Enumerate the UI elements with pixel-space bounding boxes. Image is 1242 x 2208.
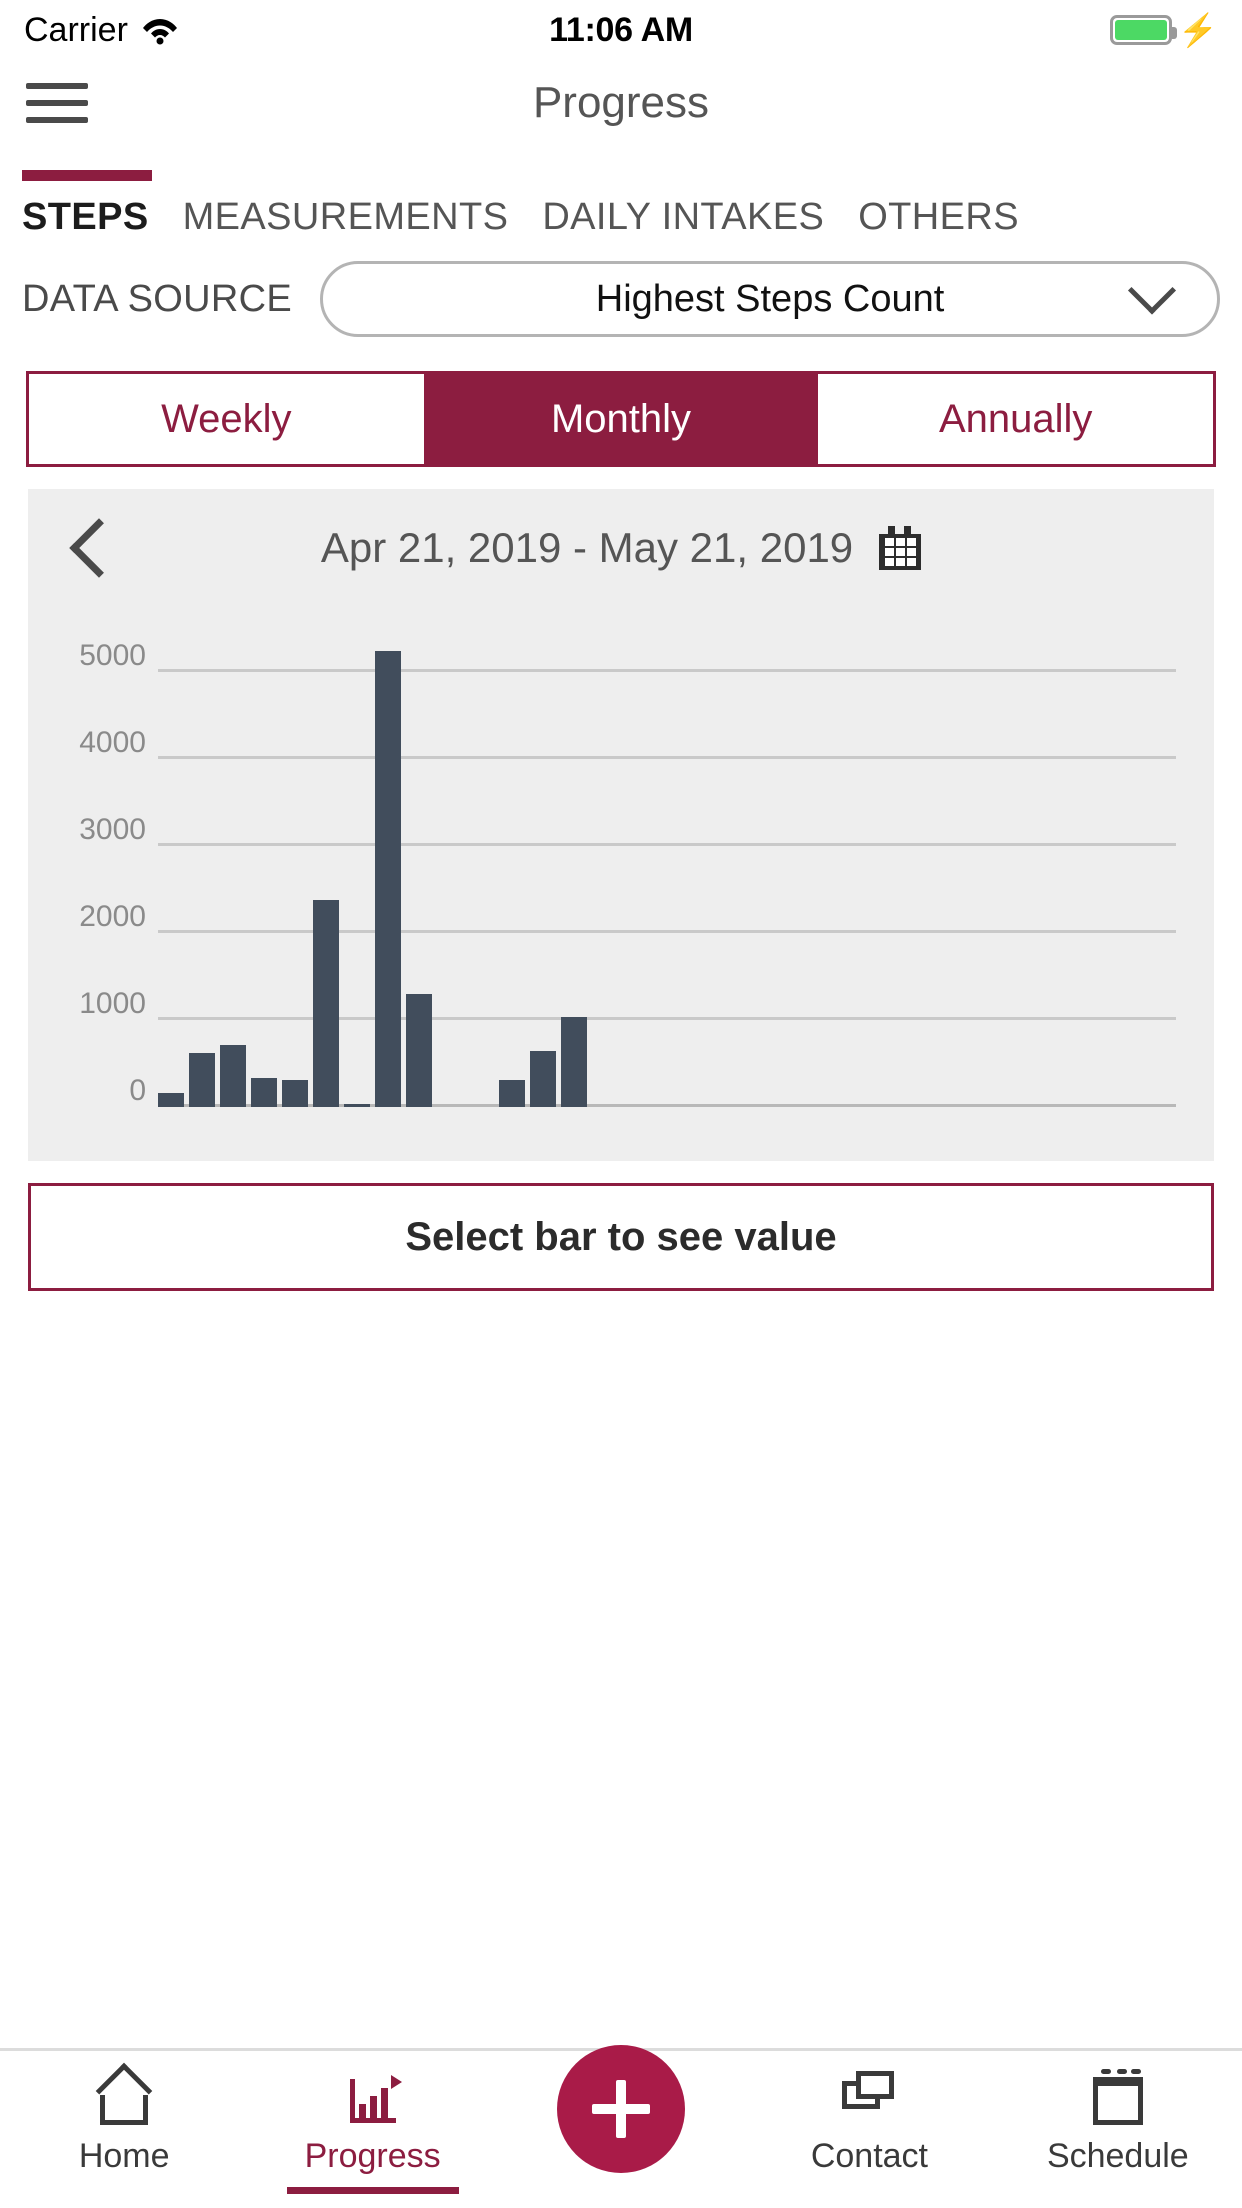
data-source-dropdown[interactable]: Highest Steps Count [320, 261, 1220, 337]
tab-indicator-row [0, 170, 1242, 182]
chart-bar [380, 2088, 388, 2118]
bottom-nav-contact[interactable]: Contact [745, 2069, 993, 2176]
y-axis-tick-label: 3000 [79, 813, 146, 847]
chart-bar[interactable] [406, 994, 432, 1107]
gridline [158, 669, 1176, 673]
status-bar-time: 11:06 AM [549, 10, 693, 49]
chart-bar[interactable] [220, 1044, 246, 1107]
chart-bar[interactable] [158, 1092, 184, 1107]
calendar-grid [883, 536, 918, 566]
data-source-value: Highest Steps Count [595, 277, 945, 320]
bar-chart-plot[interactable]: 0 1000 2000 3000 4000 5000 [28, 607, 1214, 1161]
tab-list: STEPS MEASUREMENTS DAILY INTAKES OTHERS [0, 182, 1242, 239]
battery-icon [1110, 15, 1178, 45]
bottom-nav-home[interactable]: Home [0, 2062, 248, 2176]
chat-bubble-front [856, 2071, 895, 2099]
status-bar: Carrier 11:06 AM ⚡ [0, 0, 1242, 60]
chart-bar [358, 2104, 366, 2118]
bottom-nav-progress-label: Progress [304, 2137, 441, 2175]
page-title: Progress [532, 78, 710, 127]
calendar-body [1092, 2081, 1143, 2125]
chart-bar [369, 2096, 377, 2118]
chat-bubbles-icon [838, 2069, 900, 2127]
calendar-ring [1100, 2069, 1111, 2074]
calendar-icon [1087, 2069, 1149, 2127]
bottom-nav-home-label: Home [78, 2137, 170, 2175]
y-axis-tick-label: 5000 [79, 639, 146, 673]
segment-monthly[interactable]: Monthly [423, 374, 819, 464]
bottom-nav-contact-label: Contact [810, 2137, 929, 2175]
chart-bar[interactable] [344, 1104, 370, 1107]
gridline [158, 1104, 1176, 1107]
y-axis-tick-label: 4000 [79, 726, 146, 760]
select-bar-hint-box[interactable]: Select bar to see value [28, 1183, 1214, 1291]
bottom-nav-add[interactable] [497, 2045, 745, 2173]
chart-bar[interactable] [313, 900, 339, 1107]
bottom-nav-schedule[interactable]: Schedule [994, 2069, 1242, 2176]
gridline [158, 756, 1176, 760]
select-bar-hint-label: Select bar to see value [405, 1214, 837, 1259]
bar-chart-icon [342, 2069, 404, 2127]
active-tab-indicator [22, 170, 152, 181]
calendar-ring [1130, 2069, 1141, 2074]
battery-fill [1115, 20, 1168, 40]
segment-weekly[interactable]: Weekly [29, 374, 424, 464]
tab-bar: STEPS MEASUREMENTS DAILY INTAKES OTHERS [0, 146, 1242, 239]
tab-others[interactable]: OTHERS [858, 196, 1019, 239]
tab-steps[interactable]: STEPS [22, 196, 183, 239]
y-axis-tick-label: 2000 [79, 900, 146, 934]
calendar-icon[interactable] [879, 526, 922, 570]
chart-bar[interactable] [561, 1017, 587, 1107]
period-segmented-control: Weekly Monthly Annually [26, 371, 1216, 467]
data-source-label: DATA SOURCE [22, 277, 293, 320]
chart-bar[interactable] [251, 1078, 277, 1107]
chart-bar[interactable] [189, 1053, 215, 1107]
tab-daily-intakes[interactable]: DAILY INTAKES [542, 196, 858, 239]
y-axis-tick-label: 0 [129, 1074, 146, 1107]
tab-measurements[interactable]: MEASUREMENTS [183, 196, 543, 239]
bottom-nav-schedule-label: Schedule [1046, 2137, 1189, 2175]
chevron-down-icon [1127, 266, 1177, 315]
chart-header: Apr 21, 2019 - May 21, 2019 [28, 489, 1214, 607]
date-range-group: Apr 21, 2019 - May 21, 2019 [28, 524, 1214, 572]
gridline [158, 843, 1176, 847]
chart-bar[interactable] [375, 650, 401, 1107]
gridline [158, 1017, 1176, 1021]
y-axis-tick-label: 1000 [79, 987, 146, 1021]
navigation-bar: Progress [0, 60, 1242, 146]
home-icon [93, 2062, 155, 2127]
plus-vertical [616, 2080, 627, 2138]
segment-annually[interactable]: Annually [818, 374, 1213, 464]
chart-panel: Apr 21, 2019 - May 21, 2019 0 1000 2000 300… [28, 489, 1214, 1161]
calendar-ring [1116, 2069, 1127, 2074]
plus-icon[interactable] [557, 2045, 686, 2173]
chart-bar[interactable] [499, 1080, 525, 1107]
date-range-label: Apr 21, 2019 - May 21, 2019 [320, 524, 854, 571]
chart-bar[interactable] [530, 1051, 556, 1107]
calendar-top-bar [1092, 2077, 1143, 2082]
data-source-row: DATA SOURCE Highest Steps Count [0, 239, 1242, 337]
home-body [100, 2095, 149, 2125]
chart-bar[interactable] [282, 1080, 308, 1107]
bottom-nav-progress[interactable]: Progress [248, 2069, 496, 2194]
gridline [158, 930, 1176, 934]
bottom-navigation-bar: Home Progress Contact Schedule [0, 2045, 1242, 2208]
chart-arrow [390, 2075, 402, 2089]
